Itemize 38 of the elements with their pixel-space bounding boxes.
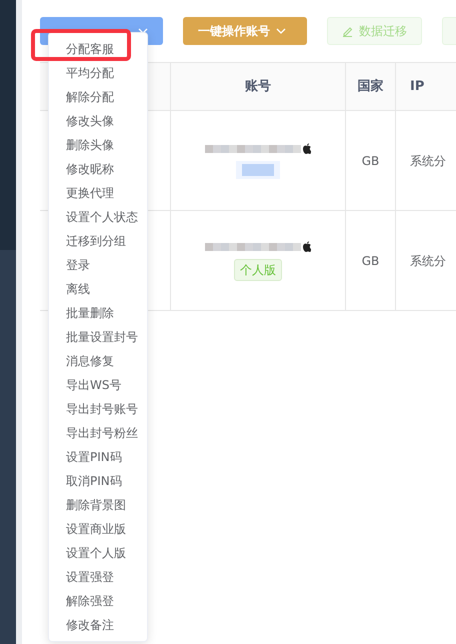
- apple-icon: [303, 143, 311, 154]
- menu-item[interactable]: 平均分配: [66, 66, 114, 80]
- menu-item[interactable]: 解除分配: [66, 90, 114, 104]
- menu-item[interactable]: 导出封号账号: [66, 402, 138, 416]
- redacted-tag: [236, 160, 280, 178]
- menu-item[interactable]: 解除强登: [66, 594, 114, 608]
- menu-item[interactable]: 修改备注: [66, 618, 114, 632]
- menu-item[interactable]: 设置强登: [66, 570, 114, 584]
- menu-item[interactable]: 消息修复: [66, 354, 114, 368]
- menu-item[interactable]: 批量设置封号: [66, 330, 138, 344]
- menu-item[interactable]: 删除背景图: [66, 498, 126, 512]
- menu-item[interactable]: 导出WS号: [66, 378, 122, 392]
- table-cell-text: GB: [362, 252, 380, 270]
- table-cell-text: 系统分: [410, 252, 446, 270]
- column-header: 国家: [358, 78, 384, 96]
- table-cell-text: 系统分: [410, 152, 446, 170]
- menu-item[interactable]: 设置商业版: [66, 522, 126, 536]
- menu-item[interactable]: 设置个人版: [66, 546, 126, 560]
- menu-item[interactable]: 分配客服: [66, 42, 114, 56]
- pencil-icon: [342, 26, 353, 36]
- column-header: IP: [410, 78, 424, 96]
- menu-item[interactable]: 删除头像: [66, 138, 114, 152]
- caret-icon: [276, 28, 286, 34]
- menu-item[interactable]: 设置个人状态: [66, 210, 138, 224]
- menu-item[interactable]: 修改头像: [66, 114, 114, 128]
- apple-icon: [303, 241, 311, 252]
- menu-item[interactable]: 修改昵称: [66, 162, 114, 176]
- version-tag: 个人版: [234, 258, 282, 280]
- menu-item[interactable]: 导出封号粉丝: [66, 426, 138, 440]
- menu-item[interactable]: 设置PIN码: [66, 450, 122, 464]
- menu-item[interactable]: 取消PIN码: [66, 474, 122, 488]
- table-cell-text: GB: [362, 152, 380, 170]
- menu-item[interactable]: 离线: [66, 282, 90, 296]
- menu-item[interactable]: 更换代理: [66, 186, 114, 200]
- column-header: 账号: [245, 78, 271, 96]
- menu-item[interactable]: 迁移到分组: [66, 234, 126, 248]
- menu-item[interactable]: 批量删除: [66, 306, 114, 320]
- menu-item[interactable]: 登录: [66, 258, 90, 272]
